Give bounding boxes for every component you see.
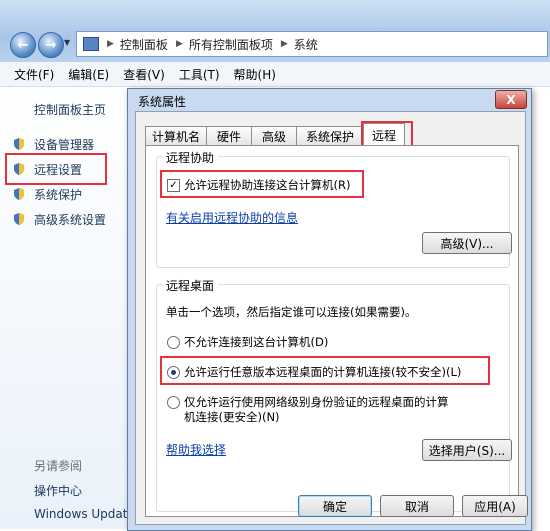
- breadcrumb-control-panel[interactable]: 控制面板: [120, 36, 168, 53]
- ok-button[interactable]: 确定: [298, 495, 372, 517]
- menu-edit[interactable]: 编辑(E): [68, 66, 109, 83]
- sidebar: 控制面板主页 设备管理器 远程设置 系统保护 高级系统设置 另请参阅 操作中心 …: [0, 87, 130, 529]
- deny-connections-radio[interactable]: [167, 336, 180, 349]
- address-bar[interactable]: ▶ 控制面板 ▶ 所有控制面板项 ▶ 系统: [76, 31, 548, 57]
- nla-only-label-line1: 仅允许运行使用网络级别身份验证的远程桌面的计算: [184, 395, 449, 409]
- nla-only-radio[interactable]: [167, 396, 180, 409]
- tab-advanced[interactable]: 高级: [251, 126, 297, 145]
- highlight-box: [160, 170, 364, 198]
- dialog-title: 系统属性: [138, 95, 187, 109]
- recent-pages-chevron-icon[interactable]: ▼: [64, 38, 70, 47]
- see-also-heading: 另请参阅: [34, 459, 83, 473]
- cancel-button[interactable]: 取消: [380, 495, 454, 517]
- sidebar-item-advanced-settings[interactable]: 高级系统设置: [34, 211, 106, 228]
- tab-system-protection[interactable]: 系统保护: [296, 126, 364, 145]
- back-arrow-icon[interactable]: ←: [10, 32, 36, 58]
- system-properties-dialog: 系统属性 X 计算机名 硬件 高级 系统保护 远程 远程协助 ✓ 允许远程协助连…: [127, 88, 532, 531]
- see-also-action-center[interactable]: 操作中心: [34, 482, 82, 499]
- menu-view[interactable]: 查看(V): [123, 66, 165, 83]
- chevron-right-icon: ▶: [175, 39, 183, 49]
- nla-only-label-line2: 机连接(更安全)(N): [184, 410, 280, 424]
- assistance-info-link[interactable]: 有关启用远程协助的信息: [166, 209, 298, 226]
- apply-button[interactable]: 应用(A): [462, 495, 528, 517]
- menu-bar: 文件(F) 编辑(E) 查看(V) 工具(T) 帮助(H): [0, 62, 550, 87]
- tab-computer-name[interactable]: 计算机名: [145, 126, 207, 145]
- select-users-button[interactable]: 选择用户(S)...: [422, 439, 512, 461]
- highlight-box: [5, 153, 107, 185]
- chevron-right-icon: ▶: [280, 39, 288, 49]
- sidebar-item-device-manager[interactable]: 设备管理器: [34, 136, 94, 153]
- shield-icon: [14, 138, 24, 150]
- dialog-body: 计算机名 硬件 高级 系统保护 远程 远程协助 ✓ 允许远程协助连接这台计算机(…: [135, 111, 526, 525]
- advanced-button[interactable]: 高级(V)...: [422, 232, 512, 254]
- close-icon[interactable]: X: [495, 90, 527, 109]
- breadcrumb-all-items[interactable]: 所有控制面板项: [189, 36, 273, 53]
- shield-icon: [14, 188, 24, 200]
- highlight-box: [160, 356, 490, 385]
- control-panel-icon: [83, 37, 99, 51]
- sidebar-item-system-protection[interactable]: 系统保护: [34, 186, 82, 203]
- tab-hardware[interactable]: 硬件: [206, 126, 252, 145]
- remote-assistance-title: 远程协助: [162, 149, 219, 166]
- deny-connections-label: 不允许连接到这台计算机(D): [184, 335, 329, 349]
- help-me-choose-link[interactable]: 帮助我选择: [166, 441, 226, 458]
- window-toolbar: ← → ▼ ▶ 控制面板 ▶ 所有控制面板项 ▶ 系统: [0, 0, 550, 62]
- sidebar-home-link[interactable]: 控制面板主页: [34, 101, 106, 118]
- remote-desktop-instruction: 单击一个选项，然后指定谁可以连接(如果需要)。: [166, 305, 417, 319]
- forward-arrow-icon[interactable]: →: [38, 32, 64, 58]
- menu-tools[interactable]: 工具(T): [179, 66, 220, 83]
- menu-help[interactable]: 帮助(H): [234, 66, 276, 83]
- remote-tab-panel: 远程协助 ✓ 允许远程协助连接这台计算机(R) 有关启用远程协助的信息 高级(V…: [145, 145, 519, 517]
- see-also-windows-update[interactable]: Windows Updat: [34, 507, 127, 521]
- remote-desktop-title: 远程桌面: [162, 277, 219, 294]
- breadcrumb-system[interactable]: 系统: [294, 36, 318, 53]
- chevron-right-icon: ▶: [107, 39, 114, 49]
- shield-icon: [14, 213, 24, 225]
- menu-file[interactable]: 文件(F): [14, 66, 54, 83]
